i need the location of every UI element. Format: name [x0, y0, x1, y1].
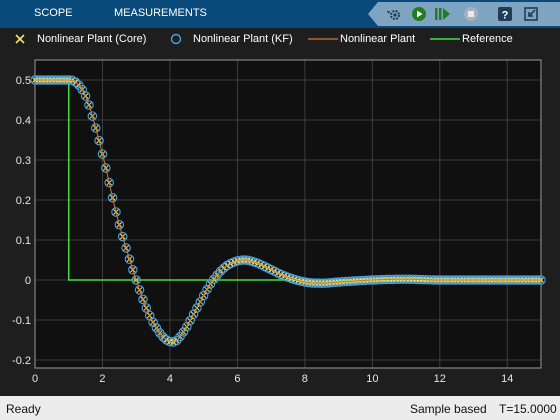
- stop-icon[interactable]: [462, 5, 480, 23]
- status-ready: Ready: [6, 402, 41, 416]
- toolbar-button-strip: ?: [368, 2, 560, 26]
- scope-chart[interactable]: 0 2 4 6 8 10 12 14 0.5 0.4 0.3 0.2 0.1 0 -0.1 -0.2: [0, 50, 560, 396]
- legend-label: Nonlinear Plant: [340, 33, 416, 45]
- undock-icon[interactable]: [522, 5, 540, 23]
- legend-item-plant[interactable]: Nonlinear Plant: [308, 28, 415, 50]
- y-tick-label: 0.4: [16, 115, 31, 127]
- legend-item-core[interactable]: Nonlinear Plant (Core): [12, 28, 146, 50]
- run-icon[interactable]: [410, 5, 428, 23]
- y-tick-label: -0.2: [12, 355, 31, 367]
- legend-item-kf[interactable]: Nonlinear Plant (KF): [168, 28, 293, 50]
- legend: Nonlinear Plant (Core) Nonlinear Plant (…: [0, 28, 560, 50]
- settings-gear-icon[interactable]: [384, 5, 402, 23]
- help-icon[interactable]: ?: [496, 5, 514, 23]
- x-tick-label: 4: [167, 373, 173, 385]
- circle-marker-icon: [170, 33, 182, 45]
- step-forward-icon[interactable]: [434, 5, 452, 23]
- x-tick-label: 6: [234, 373, 240, 385]
- x-tick-label: 2: [99, 373, 105, 385]
- tab-scope[interactable]: SCOPE: [34, 7, 73, 19]
- status-mode: Sample based: [410, 402, 487, 416]
- x-tick-label: 0: [32, 373, 38, 385]
- svg-text:?: ?: [502, 10, 509, 22]
- status-bar: Ready Sample based T=15.0000: [0, 396, 560, 420]
- legend-label: Nonlinear Plant (KF): [193, 33, 293, 45]
- toolbar-separator: [488, 6, 489, 24]
- x-marker-icon: [15, 34, 25, 44]
- y-tick-label: 0.5: [16, 75, 31, 87]
- line-marker-icon: [308, 38, 338, 40]
- tab-measurements[interactable]: MEASUREMENTS: [114, 7, 207, 19]
- legend-item-reference[interactable]: Reference: [430, 28, 513, 50]
- y-tick-label: -0.1: [12, 315, 31, 327]
- y-tick-label: 0: [25, 275, 31, 287]
- scope-toolbar: SCOPE MEASUREMENTS ?: [0, 0, 560, 28]
- y-tick-label: 0.1: [16, 235, 31, 247]
- x-tick-label: 10: [366, 373, 378, 385]
- legend-label: Reference: [462, 33, 513, 45]
- legend-label: Nonlinear Plant (Core): [37, 33, 147, 45]
- x-tick-label: 14: [501, 373, 513, 385]
- x-tick-label: 8: [302, 373, 308, 385]
- x-tick-label: 12: [434, 373, 446, 385]
- status-time: T=15.0000: [499, 402, 557, 416]
- y-tick-label: 0.3: [16, 155, 31, 167]
- y-tick-label: 0.2: [16, 195, 31, 207]
- plot-area[interactable]: 0 2 4 6 8 10 12 14 0.5 0.4 0.3 0.2 0.1 0 -0.1 -0.2: [0, 50, 560, 396]
- line-marker-icon: [430, 38, 460, 40]
- plot-background: [35, 60, 541, 368]
